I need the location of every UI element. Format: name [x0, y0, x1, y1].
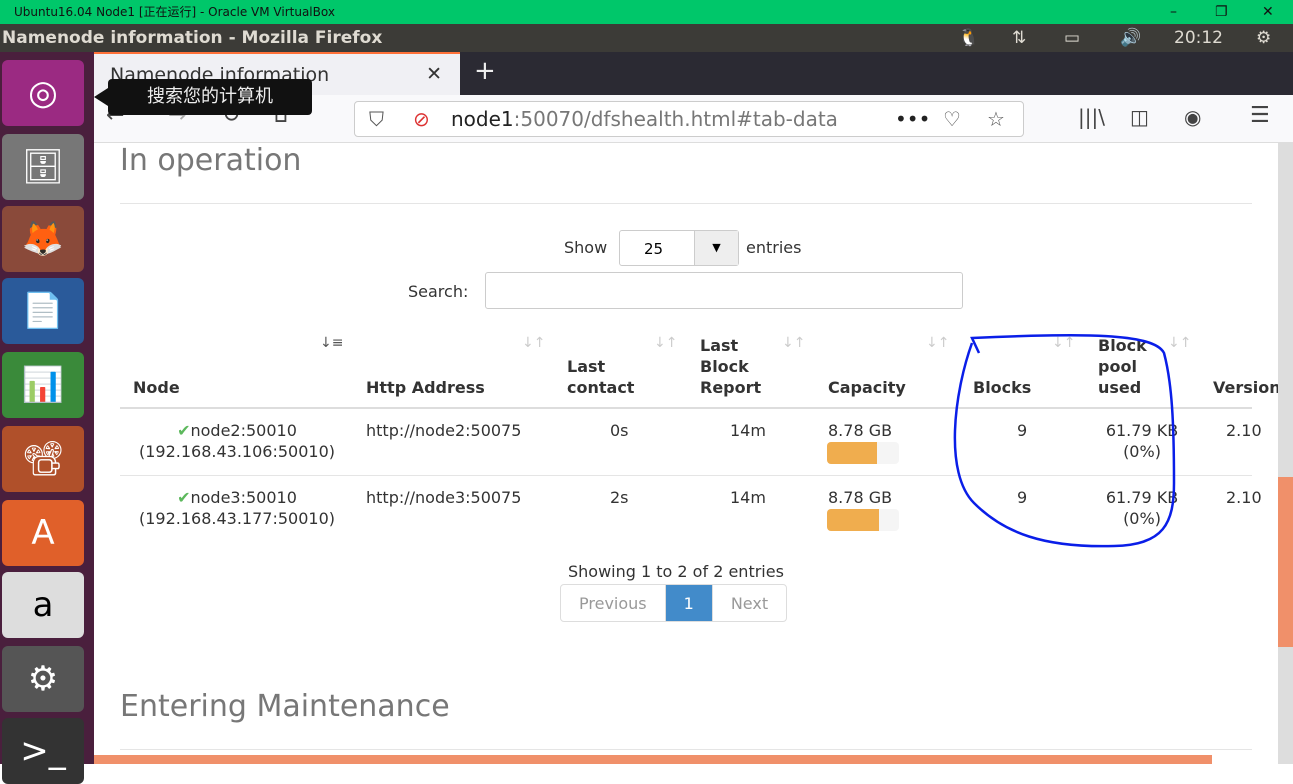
software-center-icon[interactable]: A	[2, 500, 84, 566]
restore-button[interactable]: ❐	[1215, 0, 1228, 24]
virtualbox-titlebar: Ubuntu16.04 Node1 [正在运行] - Oracle VM Vir…	[0, 0, 1293, 24]
impress-icon[interactable]: 📽	[2, 426, 84, 492]
library-icon[interactable]: |||\	[1078, 105, 1105, 129]
window-title: Ubuntu16.04 Node1 [正在运行] - Oracle VM Vir…	[14, 5, 335, 19]
insecure-lock-icon[interactable]: ⊘	[413, 102, 430, 136]
hand-drawn-annotation-circle	[953, 333, 1176, 548]
minimize-button[interactable]: –	[1170, 0, 1177, 24]
pocket-icon[interactable]: ♡	[943, 102, 961, 136]
launcher-tooltip: 搜索您的计算机	[94, 79, 312, 115]
page-actions-icon[interactable]: •••	[895, 102, 930, 136]
launcher: ◎ 🗄 🦊 📄 📊 📽 A a ⚙ >_	[0, 52, 94, 784]
page-content: In operation Show 25 ▼ entries Search: No…	[94, 143, 1278, 755]
url-bar[interactable]: ⛉ ⊘ node1:50070/dfshealth.html#tab-data …	[354, 101, 1024, 137]
shield-icon[interactable]: ⛉	[369, 102, 384, 136]
close-tab-icon[interactable]: ✕	[426, 63, 442, 85]
new-tab-button[interactable]: +	[474, 56, 496, 86]
close-button[interactable]: ✕	[1262, 0, 1274, 24]
terminal-icon[interactable]: >_	[2, 718, 84, 784]
amazon-icon[interactable]: a	[2, 572, 84, 638]
top-panel: Namenode information - Mozilla Firefox 🐧…	[0, 24, 1293, 52]
url-path: :50070/dfshealth.html#tab-data	[513, 107, 838, 131]
menu-icon[interactable]: ☰	[1250, 103, 1270, 128]
firefox-icon[interactable]: 🦊	[2, 206, 84, 272]
calc-icon[interactable]: 📊	[2, 352, 84, 418]
ubuntu-dash-icon[interactable]: ◎	[2, 60, 84, 126]
tux-icon[interactable]: 🐧	[958, 24, 979, 52]
clock[interactable]: 20:12	[1174, 24, 1223, 52]
scrollbar-thumb[interactable]	[1278, 477, 1293, 647]
account-icon[interactable]: ◉	[1184, 105, 1201, 129]
app-title: Namenode information - Mozilla Firefox	[2, 28, 383, 48]
bookmark-star-icon[interactable]: ☆	[987, 102, 1005, 136]
files-icon[interactable]: 🗄	[2, 134, 84, 200]
battery-icon[interactable]: ▭	[1064, 24, 1080, 52]
sidebar-icon[interactable]: ◫	[1130, 105, 1149, 129]
writer-icon[interactable]: 📄	[2, 278, 84, 344]
settings-icon[interactable]: ⚙	[2, 646, 84, 712]
power-gear-icon[interactable]: ⚙	[1256, 24, 1271, 52]
horizontal-scrollbar[interactable]	[94, 755, 1212, 764]
network-icon[interactable]: ⇅	[1012, 24, 1026, 52]
url-host: node1	[451, 107, 514, 131]
vertical-scrollbar[interactable]	[1278, 143, 1293, 764]
volume-icon[interactable]: 🔊	[1120, 24, 1141, 52]
